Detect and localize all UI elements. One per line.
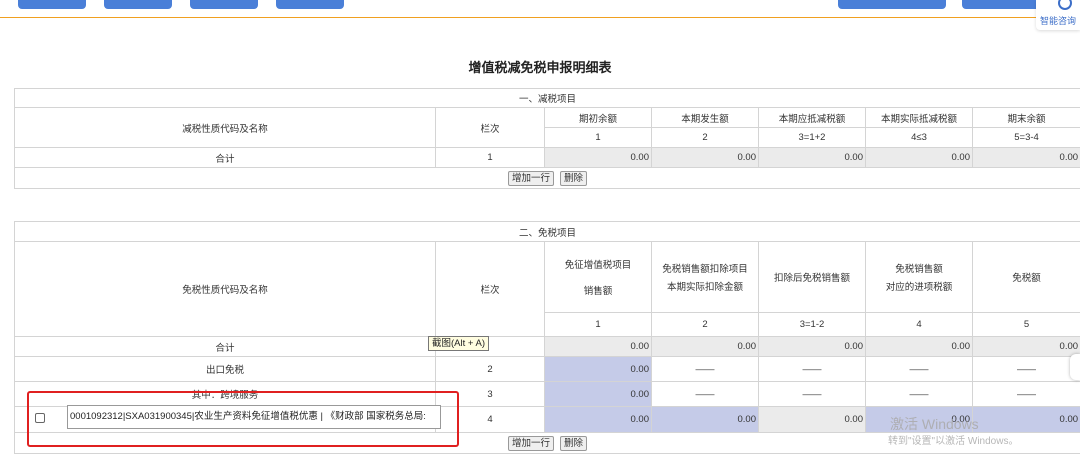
col-header: 免税销售额扣除项目 本期实际扣除金额 [651, 241, 759, 313]
assistant-label: 智能咨询 [1040, 16, 1077, 26]
dash-cell: —— [651, 356, 759, 382]
col-header: 期末余额 [971, 107, 1080, 128]
delete-row-button[interactable]: 删除 [560, 170, 588, 186]
item-value-input[interactable]: 0.00 [651, 406, 759, 433]
col-line-header: 栏次 [435, 107, 545, 148]
total-value: 0.00 [865, 336, 973, 357]
total-line: 1 [435, 147, 545, 168]
crossborder-label: 其中：跨境服务 [14, 381, 436, 407]
col-header: 免征增值税项目 销售额 [544, 241, 652, 313]
col-number: 3=1+2 [758, 127, 866, 148]
row-checkbox[interactable] [35, 413, 45, 423]
add-row-button[interactable]: 增加一行 [508, 435, 555, 451]
toolbar-button-1[interactable] [18, 0, 86, 9]
page-title: 增值税减免税申报明细表 [468, 60, 612, 75]
col-number: 1 [544, 312, 652, 337]
total-value: 0.00 [971, 147, 1080, 168]
screenshot-tooltip: 截图(Alt + A) [428, 336, 490, 351]
toolbar-button-4[interactable] [276, 0, 344, 9]
total-value: 0.00 [865, 147, 973, 168]
total-label: 合计 [14, 147, 436, 168]
col-number: 5=3-4 [971, 127, 1080, 148]
toolbar-button-3[interactable] [190, 0, 258, 9]
dash-cell: —— [865, 356, 973, 382]
activation-watermark-title: 激活 Windows [890, 416, 979, 432]
col-number: 2 [651, 312, 759, 337]
col-number: 3=1-2 [758, 312, 866, 337]
section1-actions: 增加一行 删除 [13, 167, 1080, 189]
dash-cell: —— [758, 356, 866, 382]
export-label: 出口免税 [14, 356, 436, 382]
top-toolbar [0, 0, 1080, 18]
col-line-header: 栏次 [435, 241, 545, 337]
col-header: 期初余额 [544, 107, 652, 128]
delete-row-button[interactable]: 删除 [560, 435, 588, 451]
assistant-icon [1058, 0, 1072, 10]
col-number: 1 [544, 127, 652, 148]
export-line: 2 [435, 356, 545, 382]
crossborder-row: 其中：跨境服务 3 0.00 —— —— —— —— [14, 381, 1080, 407]
section2-header: 二、免税项目 [13, 221, 1080, 242]
item-value-input[interactable]: 0.00 [971, 406, 1080, 433]
col-number: 4 [865, 312, 973, 337]
col-header: 免税额 [971, 241, 1080, 313]
col-number: 5 [971, 312, 1080, 337]
total-value: 0.00 [651, 336, 759, 357]
toolbar-button-6[interactable] [962, 0, 1042, 9]
dash-cell: —— [971, 381, 1080, 407]
col-name-header: 免税性质代码及名称 [14, 241, 436, 337]
col-header: 扣除后免税销售额 [758, 241, 866, 313]
total-row: 合计 1 0.00 0.00 0.00 0.00 0.00 [14, 147, 1080, 168]
activation-watermark-text: 转到"设置"以激活 Windows。 [888, 436, 1019, 447]
total-row: 合计 0.00 0.00 0.00 0.00 0.00 [14, 336, 1080, 357]
item-line: 4 [435, 406, 545, 433]
col-header: 本期应抵减税额 [758, 107, 866, 128]
total-value: 0.00 [971, 336, 1080, 357]
dash-cell: —— [758, 381, 866, 407]
add-row-button[interactable]: 增加一行 [508, 170, 555, 186]
export-row: 出口免税 2 0.00 —— —— —— —— [14, 356, 1080, 382]
smart-assistant[interactable]: 智能咨询 [1036, 0, 1080, 30]
dash-cell: —— [651, 381, 759, 407]
col-name-header: 减税性质代码及名称 [14, 107, 436, 148]
total-label: 合计 [14, 336, 436, 357]
total-value: 0.00 [758, 336, 866, 357]
exemption-code-input[interactable]: 0001092312|SXA031900345|农业生产资料免征增值税优惠 | … [67, 405, 441, 429]
col-header: 本期发生额 [651, 107, 759, 128]
total-value: 0.00 [758, 147, 866, 168]
dash-cell: —— [971, 356, 1080, 382]
col-header: 本期实际抵减税额 [865, 107, 973, 128]
section1-header: 一、减税项目 [13, 88, 1080, 108]
reduction-table: 一、减税项目 减税性质代码及名称 栏次 期初余额 本期发生额 本期应抵减税额 本… [13, 88, 1080, 189]
total-value: 0.00 [544, 336, 652, 357]
crossborder-line: 3 [435, 381, 545, 407]
toolbar-button-5[interactable] [838, 0, 946, 9]
side-scroll-handle[interactable] [1070, 354, 1080, 380]
col-number: 2 [651, 127, 759, 148]
export-value-input[interactable]: 0.00 [544, 356, 652, 382]
toolbar-button-2[interactable] [104, 0, 172, 9]
col-number: 4≤3 [865, 127, 973, 148]
item-value-input[interactable]: 0.00 [544, 406, 652, 433]
item-value: 0.00 [758, 406, 866, 433]
col-header: 免税销售额 对应的进项税额 [865, 241, 973, 313]
crossborder-value-input[interactable]: 0.00 [544, 381, 652, 407]
total-value: 0.00 [544, 147, 652, 168]
total-value: 0.00 [651, 147, 759, 168]
dash-cell: —— [865, 381, 973, 407]
